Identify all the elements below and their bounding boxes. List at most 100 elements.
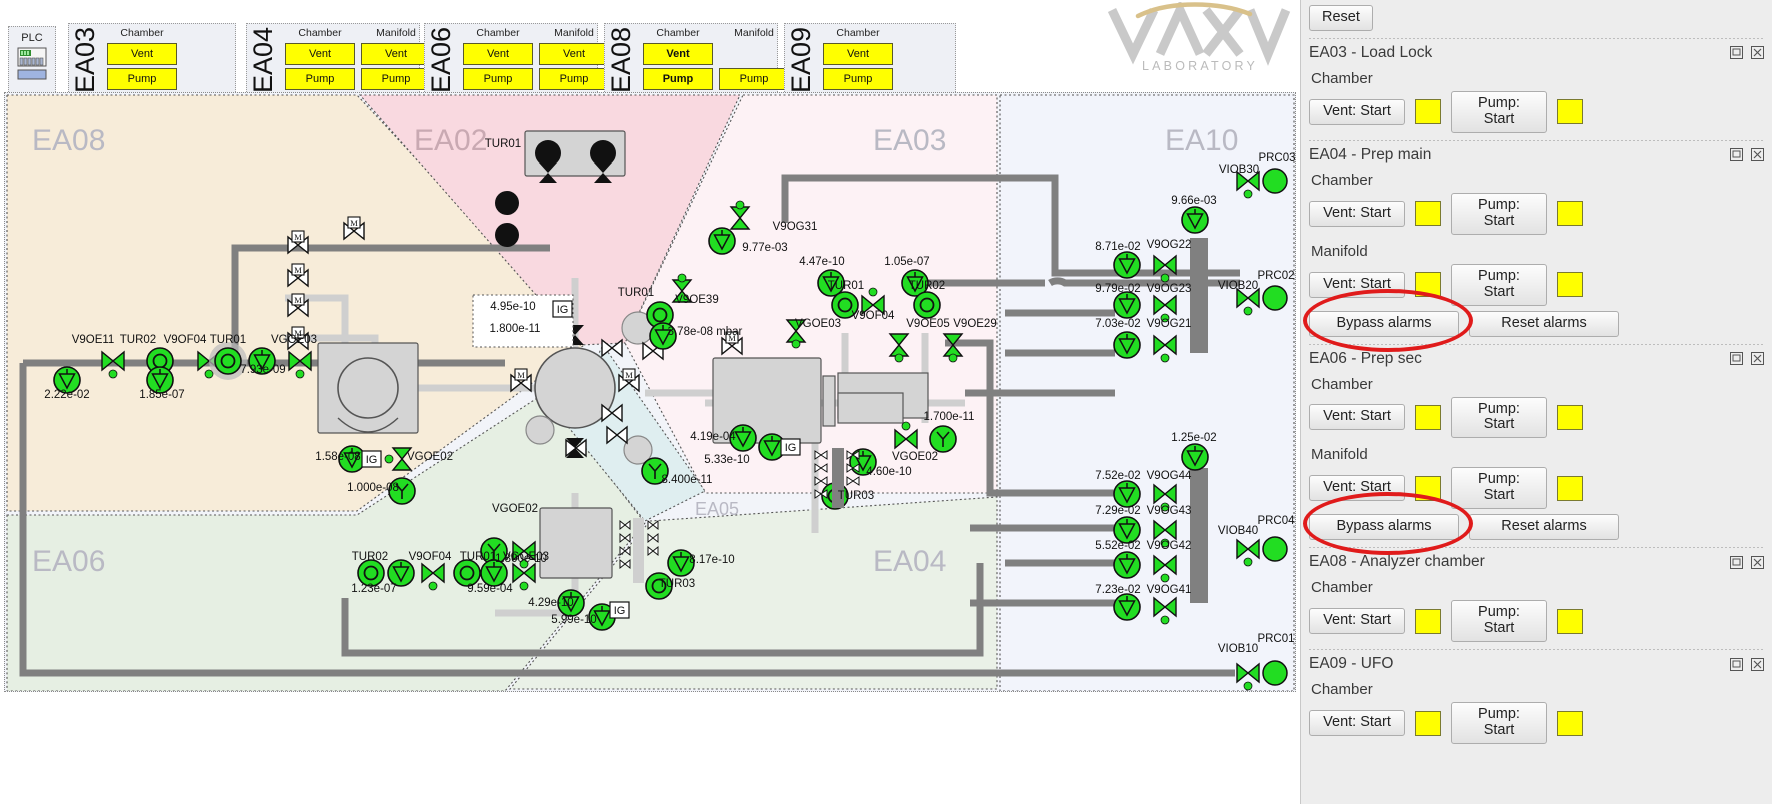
control-row: Vent: Start Pump: Start [1309,702,1764,744]
ea03-chamber-pump-button[interactable]: Pump [107,68,177,90]
component-tag: TUR01 [828,280,864,292]
component-tag: VGOE03 [503,551,549,563]
section-divider [1309,139,1764,141]
component-tag: VGOE02 [407,451,453,463]
reset-button[interactable]: Reset [1309,5,1373,31]
ea03-chamber-vent-button[interactable]: Vent [107,43,177,65]
pump-start-button[interactable]: Pump: Start [1451,396,1547,439]
svg-text:IG: IG [614,605,626,617]
group-ea06: EA06 Chamber Vent Pump Manifold Vent Pum… [424,23,609,96]
vent-start-button[interactable]: Vent: Start [1309,608,1405,635]
group-label: Chamber [1311,171,1373,189]
pressure-reading: 1.000e-08 [347,482,399,494]
pump-start-button[interactable]: Pump: Start [1451,467,1547,510]
close-icon[interactable] [1751,46,1764,60]
component-tag: TUR01 [210,334,246,346]
group-label: Chamber [1311,375,1373,393]
plc-label: PLC [21,32,43,44]
detach-icon[interactable] [1730,148,1743,162]
pressure-reading: 8.71e-02 [1095,241,1140,253]
control-sidebar[interactable]: Reset EA03 - Load Lock Chamber Vent: Start… [1300,0,1772,804]
ea04-manifold-pump-button[interactable]: Pump [361,68,431,90]
group-ea04: EA04 Chamber Vent Pump Manifold Vent Pum… [246,23,431,96]
plc-module-icon [17,47,47,90]
component-tag: V9OG22 [1147,239,1192,251]
detach-icon[interactable] [1730,352,1743,365]
section-header: EA06 - Prep sec [1309,350,1764,368]
ea08-chamber-vent-button[interactable]: Vent [643,43,713,65]
column-header: Chamber [836,27,880,39]
ea09-chamber-pump-button[interactable]: Pump [823,68,893,90]
column-header: Chamber [298,27,342,39]
component-tag: V9OF04 [852,310,895,322]
group-label: Chamber [1311,681,1373,699]
ea06-manifold-pump-button[interactable]: Pump [539,68,609,90]
pump-start-button[interactable]: Pump: Start [1451,90,1547,133]
ea04-manifold-vent-button[interactable]: Vent [361,43,431,65]
vent-start-button[interactable]: Vent: Start [1309,271,1405,298]
pressure-reading: 2.22e-02 [44,389,89,401]
pressure-reading: 4.95e-10 [490,301,535,313]
detach-icon[interactable] [1730,555,1743,569]
vent-start-button[interactable]: Vent: Start [1309,710,1405,736]
component-tag: PRC02 [1257,270,1294,282]
component-tag: V9OG31 [773,221,818,233]
pressure-reading: 1.85e-07 [139,389,184,401]
zone-label-ea06: EA06 [32,545,105,578]
section-title: EA06 - Prep sec [1309,349,1422,367]
vacuum-system-diagram[interactable]: M EA08 EA02 EA03 EA10 EA06 EA04 EA0 [4,92,1296,692]
component-tag: V9OF04 [164,334,207,346]
pressure-reading: 7.23e-02 [1095,584,1140,596]
vent-start-button[interactable]: Vent: Start [1309,98,1405,125]
manifold-bar-upper [1190,238,1208,353]
bypass-alarms-button[interactable]: Bypass alarms [1309,310,1459,337]
component-tag: TUR03 [659,578,695,590]
reset-alarms-button[interactable]: Reset alarms [1469,310,1619,337]
component-tag: V9OF04 [409,551,452,563]
component-tag: TUR01 [460,551,496,563]
vent-start-button[interactable]: Vent: Start [1309,200,1405,227]
column-header: Manifold [734,27,774,39]
ea08-chamber-pump-button[interactable]: Pump [643,68,713,90]
group-ea06-manifold: Manifold Vent Pump [539,27,609,92]
group-label: Chamber [1311,579,1373,597]
vessel-ea08 [317,342,419,434]
zone-label-ea05: EA05 [695,499,739,519]
bypass-alarms-button[interactable]: Bypass alarms [1309,514,1459,541]
group-ea08-manifold: Manifold Pump [719,27,789,92]
vent-start-button[interactable]: Vent: Start [1309,475,1405,502]
group-ea06-name: EA06 [426,26,456,93]
close-icon[interactable] [1751,352,1764,365]
detach-icon[interactable] [1730,657,1743,671]
ea06-chamber-vent-button[interactable]: Vent [463,43,533,65]
pump-start-button[interactable]: Pump: Start [1451,600,1547,643]
pump-start-button[interactable]: Pump: Start [1451,192,1547,235]
group-ea06-chamber: Chamber Vent Pump [463,27,533,92]
vent-status-indicator [1415,608,1441,634]
zone-label-ea04: EA04 [873,545,946,578]
vent-start-button[interactable]: Vent: Start [1309,404,1405,431]
ea06-manifold-vent-button[interactable]: Vent [539,43,609,65]
close-icon[interactable] [1751,555,1764,569]
reset-alarms-button[interactable]: Reset alarms [1469,514,1619,541]
ea06-chamber-pump-button[interactable]: Pump [463,68,533,90]
pump-status-indicator [1557,99,1583,125]
pressure-reading: 3.78e-08 mbar [668,326,743,338]
ea08-manifold-pump-button[interactable]: Pump [719,68,789,90]
component-tag: TUR01 [618,287,654,299]
pump-start-button[interactable]: Pump: Start [1451,702,1547,744]
group-ea09-empty-column [899,27,969,92]
ea09-chamber-vent-button[interactable]: Vent [823,43,893,65]
component-tag: V9OE05 [906,318,949,330]
component-tag: V9OG41 [1147,584,1192,596]
section-title: EA08 - Analyzer chamber [1309,553,1485,571]
alarm-controls: Bypass alarms Reset alarms [1303,288,1764,352]
detach-icon[interactable] [1730,46,1743,60]
ea04-chamber-pump-button[interactable]: Pump [285,68,355,90]
close-icon[interactable] [1751,148,1764,162]
pump-start-button[interactable]: Pump: Start [1451,263,1547,306]
ea04-chamber-vent-button[interactable]: Vent [285,43,355,65]
group-ea09-name: EA09 [786,26,816,93]
close-icon[interactable] [1751,657,1764,671]
section-header: EA03 - Load Lock [1309,44,1764,62]
